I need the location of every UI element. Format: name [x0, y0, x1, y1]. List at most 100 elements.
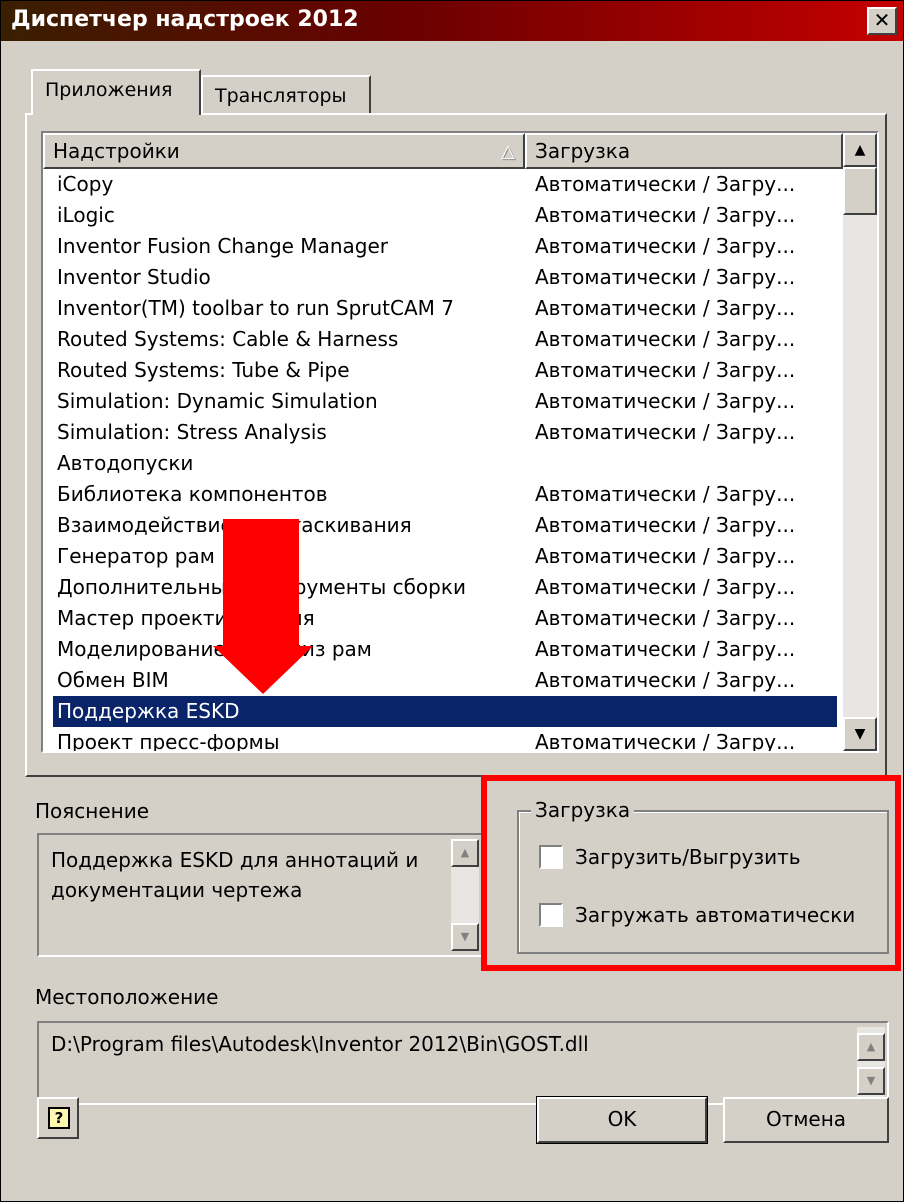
description-textbox[interactable]: Поддержка ESKD для аннотаций и документа…: [37, 833, 487, 957]
triangle-up-icon: ▲: [460, 846, 470, 859]
add-in-load-behavior: Автоматически / Загру...: [535, 420, 796, 444]
add-in-load-behavior: Автоматически / Загру...: [535, 544, 796, 568]
location-scrollbar[interactable]: ▲ ▼: [857, 1027, 885, 1099]
ok-button-label: OK: [607, 1107, 637, 1131]
add-in-name: iCopy: [57, 172, 114, 196]
add-in-name: Inventor Studio: [57, 265, 211, 289]
close-button[interactable]: ✕: [867, 7, 897, 35]
help-button[interactable]: ?: [37, 1097, 79, 1139]
add-in-name: Inventor Fusion Change Manager: [57, 234, 388, 258]
add-in-name: Библиотека компонентов: [57, 482, 328, 506]
description-line-2: документации чертежа: [51, 878, 303, 902]
add-in-load-behavior: Автоматически / Загру...: [535, 637, 796, 661]
cancel-button[interactable]: Отмена: [723, 1097, 889, 1143]
list-item[interactable]: Проект пресс-формы Автоматически / Загру.…: [43, 727, 843, 753]
triangle-down-icon: ▼: [866, 1074, 876, 1087]
list-item[interactable]: Inventor(TM) toolbar to run SprutCAM 7 Ав…: [43, 293, 843, 324]
description-line-1: Поддержка ESKD для аннотаций и: [51, 848, 419, 872]
add-in-load-behavior: Автоматически / Загру...: [535, 482, 796, 506]
scroll-down-button[interactable]: ▼: [843, 717, 877, 751]
scroll-thumb[interactable]: [843, 167, 877, 215]
add-in-name: Routed Systems: Cable & Harness: [57, 327, 399, 351]
title-bar[interactable]: Диспетчер надстроек 2012 ✕: [1, 1, 903, 41]
add-in-load-behavior: Автоматически / Загру...: [535, 327, 796, 351]
red-highlight-frame: [481, 775, 901, 971]
add-in-load-behavior: Автоматически / Загру...: [535, 296, 796, 320]
list-item[interactable]: Обмен BIM Автоматически / Загру...: [43, 665, 843, 696]
cancel-button-label: Отмена: [765, 1107, 847, 1131]
location-scroll-up-button[interactable]: ▲: [857, 1033, 885, 1061]
location-scroll-down-button[interactable]: ▼: [857, 1067, 885, 1095]
add-in-name: Проект пресс-формы: [57, 730, 280, 753]
help-icon: ?: [48, 1107, 70, 1129]
list-item-selected[interactable]: Поддержка ESKD: [43, 696, 843, 727]
add-in-name: Автодопуски: [57, 451, 194, 475]
add-in-name: Simulation: Stress Analysis: [57, 420, 327, 444]
column-header-load-label: Загрузка: [535, 139, 631, 163]
add-in-name: Simulation: Dynamic Simulation: [57, 389, 378, 413]
description-scrollbar[interactable]: ▲ ▼: [451, 839, 479, 951]
list-item[interactable]: Автодопуски: [43, 448, 843, 479]
window-title: Диспетчер надстроек 2012: [11, 7, 359, 32]
add-in-load-behavior: Автоматически / Загру...: [535, 730, 796, 753]
triangle-up-icon: ▲: [866, 1040, 876, 1053]
add-in-manager-dialog: Диспетчер надстроек 2012 ✕ Приложения Тр…: [0, 0, 904, 1202]
tab-applications-label: Приложения: [45, 79, 173, 101]
list-item[interactable]: Дополнительные инструменты сборки Автомат…: [43, 572, 843, 603]
column-header-add-ins-label: Надстройки: [53, 139, 180, 163]
add-in-name: Обмен BIM: [57, 668, 169, 692]
close-icon: ✕: [873, 8, 891, 32]
ok-button[interactable]: OK: [536, 1096, 708, 1144]
add-in-load-behavior: Автоматически / Загру...: [535, 513, 796, 537]
list-item[interactable]: Генератор рам Автоматически / Загру...: [43, 541, 843, 572]
add-in-name: Routed Systems: Tube & Pipe: [57, 358, 350, 382]
add-ins-list[interactable]: Надстройки △ Загрузка iCopy Автоматически…: [41, 131, 879, 753]
list-item[interactable]: Моделирование и анализ рам Автоматически …: [43, 634, 843, 665]
list-item[interactable]: Simulation: Stress Analysis Автоматически…: [43, 417, 843, 448]
location-label: Местоположение: [35, 985, 219, 1009]
triangle-up-icon: ▲: [854, 142, 866, 158]
description-scroll-down-button[interactable]: ▼: [451, 923, 479, 951]
add-in-load-behavior: Автоматически / Загру...: [535, 668, 796, 692]
list-rows: iCopy Автоматически / Загру... iLogic Авто…: [43, 169, 843, 753]
add-in-load-behavior: Автоматически / Загру...: [535, 234, 796, 258]
tab-translators[interactable]: Трансляторы: [201, 75, 371, 115]
location-path: D:\Program files\Autodesk\Inventor 2012\…: [51, 1032, 589, 1056]
list-vertical-scrollbar[interactable]: ▲ ▼: [843, 133, 877, 751]
list-item[interactable]: Inventor Fusion Change Manager Автоматиче…: [43, 231, 843, 262]
list-item[interactable]: Мастер проектирования Автоматически / Заг…: [43, 603, 843, 634]
sort-triangle-icon: △: [501, 141, 515, 162]
list-item[interactable]: Routed Systems: Cable & Harness Автоматич…: [43, 324, 843, 355]
triangle-down-icon: ▼: [460, 930, 470, 943]
list-item[interactable]: Взаимодействие перетаскивания Автоматичес…: [43, 510, 843, 541]
tab-translators-label: Трансляторы: [215, 85, 347, 107]
add-in-load-behavior: Автоматически / Загру...: [535, 265, 796, 289]
add-in-load-behavior: Автоматически / Загру...: [535, 358, 796, 382]
description-scroll-up-button[interactable]: ▲: [451, 839, 479, 867]
list-item[interactable]: iLogic Автоматически / Загру...: [43, 200, 843, 231]
column-header-load[interactable]: Загрузка: [525, 133, 843, 169]
description-text: Поддержка ESKD для аннотаций и документа…: [51, 845, 418, 905]
red-arrow-icon: [213, 646, 313, 694]
add-in-load-behavior: Автоматически / Загру...: [535, 172, 796, 196]
list-item[interactable]: Inventor Studio Автоматически / Загру...: [43, 262, 843, 293]
add-in-name: Inventor(TM) toolbar to run SprutCAM 7: [57, 296, 455, 320]
add-in-load-behavior: Автоматически / Загру...: [535, 389, 796, 413]
add-in-name: iLogic: [57, 203, 115, 227]
tab-applications[interactable]: Приложения: [31, 69, 201, 115]
list-item[interactable]: Routed Systems: Tube & Pipe Автоматически…: [43, 355, 843, 386]
description-label: Пояснение: [35, 799, 150, 823]
add-in-name: Поддержка ESKD: [57, 699, 240, 723]
list-item[interactable]: Библиотека компонентов Автоматически / За…: [43, 479, 843, 510]
list-item[interactable]: Simulation: Dynamic Simulation Автоматиче…: [43, 386, 843, 417]
triangle-down-icon: ▼: [854, 726, 866, 742]
scroll-up-button[interactable]: ▲: [843, 133, 877, 167]
list-item[interactable]: iCopy Автоматически / Загру...: [43, 169, 843, 200]
location-textbox[interactable]: D:\Program files\Autodesk\Inventor 2012\…: [37, 1021, 889, 1105]
add-in-load-behavior: Автоматически / Загру...: [535, 606, 796, 630]
column-header-add-ins[interactable]: Надстройки △: [43, 133, 525, 169]
red-arrow-shaft: [223, 519, 299, 647]
add-in-name: Генератор рам: [57, 544, 215, 568]
add-in-load-behavior: Автоматически / Загру...: [535, 203, 796, 227]
add-in-load-behavior: Автоматически / Загру...: [535, 575, 796, 599]
